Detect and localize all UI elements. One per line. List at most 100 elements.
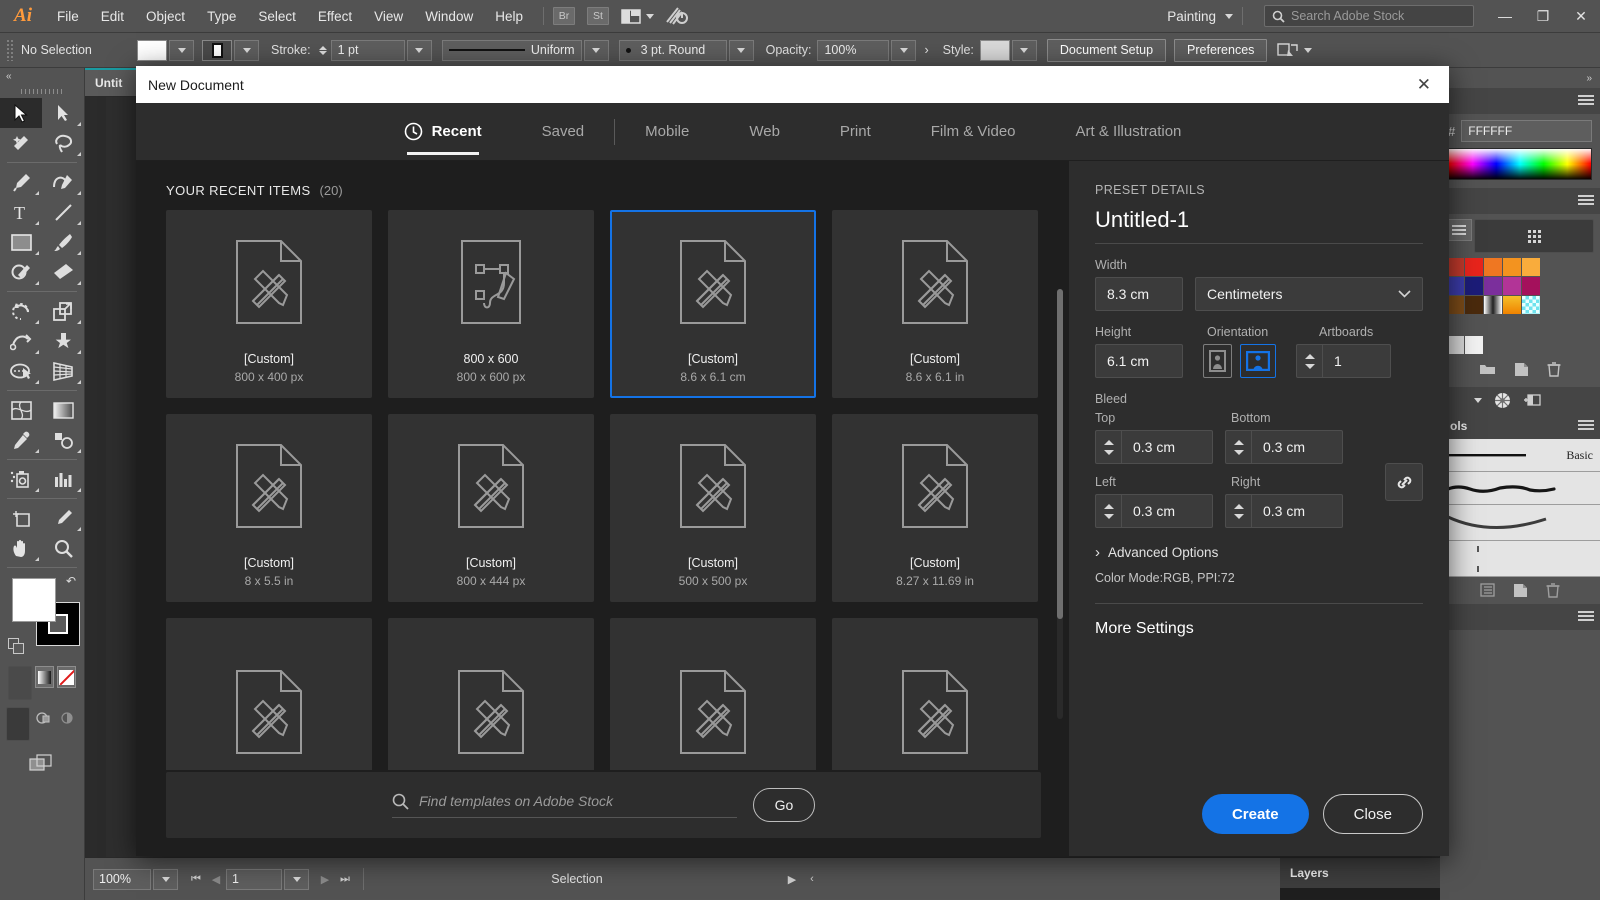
draw-inside-mode[interactable] (56, 707, 78, 728)
collapse-tools-icon[interactable]: « (0, 68, 84, 85)
opacity-field[interactable]: 100% (817, 40, 889, 61)
brush-item[interactable] (1440, 541, 1600, 577)
swatch[interactable] (1484, 258, 1502, 276)
symbol-sprayer-tool[interactable] (0, 464, 42, 494)
panel-menu-icon[interactable] (1578, 611, 1594, 623)
minimize-button[interactable]: — (1486, 0, 1524, 33)
tab-film-and-video[interactable]: Film & Video (901, 103, 1046, 161)
fill-color-swatch[interactable] (137, 40, 167, 61)
bleed-left-stepper[interactable]: 0.3 cm (1095, 494, 1213, 528)
tab-web[interactable]: Web (719, 103, 810, 161)
paintbrush-tool[interactable] (42, 227, 84, 257)
scroll-left-icon[interactable]: ‹ (802, 869, 822, 890)
width-input[interactable]: 8.3 cm (1095, 277, 1183, 311)
color-guide-icon[interactable] (1494, 392, 1511, 409)
slice-tool[interactable] (42, 503, 84, 533)
stroke-weight-field[interactable]: 1 pt (331, 40, 405, 61)
new-brush-icon[interactable] (1513, 583, 1528, 598)
swatch[interactable] (1465, 296, 1483, 314)
panel-menu-icon[interactable] (1578, 420, 1594, 432)
recent-item-card[interactable] (832, 618, 1038, 770)
panel-menu-icon[interactable] (1578, 95, 1594, 107)
previous-artboard-icon[interactable]: ◀ (206, 869, 226, 890)
draw-behind-mode[interactable] (32, 707, 54, 728)
height-input[interactable]: 6.1 cm (1095, 344, 1183, 378)
brush-libraries-icon[interactable] (1480, 583, 1495, 598)
color-spectrum[interactable] (1448, 148, 1592, 180)
perspective-grid-tool[interactable] (42, 356, 84, 386)
zoom-dropdown[interactable] (153, 869, 178, 890)
search-input[interactable]: Search Adobe Stock (1264, 5, 1474, 27)
landscape-orientation-icon[interactable] (1240, 344, 1276, 378)
close-button[interactable]: Close (1323, 794, 1423, 834)
delete-brush-icon[interactable] (1546, 583, 1560, 598)
style-dropdown[interactable] (1012, 40, 1037, 61)
swatch[interactable] (1503, 258, 1521, 276)
recent-item-card-selected[interactable]: [Custom] 8.6 x 6.1 cm (610, 210, 816, 398)
type-tool[interactable]: T (0, 197, 42, 227)
magic-wand-tool[interactable] (0, 128, 42, 158)
align-artboard-icon[interactable] (1277, 42, 1312, 59)
direct-selection-tool[interactable] (42, 98, 84, 128)
rotate-tool[interactable] (0, 296, 42, 326)
workspace-switcher[interactable]: Painting (1158, 9, 1225, 24)
swatch[interactable] (1522, 258, 1540, 276)
overflow-arrow[interactable]: › (924, 43, 928, 57)
stock-button[interactable]: St (587, 7, 609, 25)
fill-dropdown[interactable] (169, 40, 194, 61)
chevron-down-icon[interactable] (1225, 14, 1233, 19)
color-fill-mode[interactable] (8, 666, 32, 700)
artboard-number-field[interactable]: 1 (226, 869, 282, 890)
expand-panels-icon[interactable]: » (1440, 68, 1600, 88)
swatch[interactable] (1465, 336, 1483, 354)
artboard-dropdown[interactable] (284, 869, 309, 890)
list-view-icon[interactable] (1446, 219, 1472, 241)
swatch[interactable] (1503, 277, 1521, 295)
tab-mobile[interactable]: Mobile (615, 103, 719, 161)
brush-item[interactable]: Basic (1440, 439, 1600, 472)
new-swatch-icon[interactable] (1514, 362, 1529, 377)
recent-item-card[interactable]: [Custom] 8.6 x 6.1 in (832, 210, 1038, 398)
grid-view-icon[interactable] (1474, 219, 1594, 253)
brush-dropdown[interactable] (729, 40, 754, 61)
swatch[interactable] (1522, 277, 1540, 295)
stroke-dropdown[interactable] (234, 40, 259, 61)
menu-select[interactable]: Select (247, 0, 307, 33)
stroke-profile-field[interactable]: Uniform (442, 40, 582, 61)
preset-name-input[interactable]: Untitled-1 (1095, 207, 1423, 235)
units-select[interactable]: Centimeters (1195, 277, 1423, 311)
gradient-tool[interactable] (42, 395, 84, 425)
brush-definition-field[interactable]: 3 pt. Round (619, 40, 727, 61)
stroke-weight-dropdown[interactable] (407, 40, 432, 61)
draw-normal-mode[interactable] (6, 707, 30, 741)
pen-tool[interactable] (0, 167, 42, 197)
create-button[interactable]: Create (1202, 794, 1309, 834)
change-screen-mode-icon[interactable] (0, 744, 84, 774)
tab-recent[interactable]: Recent (374, 103, 512, 161)
bridge-button[interactable]: Br (553, 7, 575, 25)
eraser-tool[interactable] (42, 257, 84, 287)
arrange-documents-icon[interactable] (621, 9, 654, 24)
artboards-stepper[interactable]: 1 (1296, 344, 1391, 378)
brushes-tab-label[interactable]: ols (1450, 419, 1467, 433)
zoom-tool[interactable] (42, 533, 84, 563)
rectangle-tool[interactable] (0, 227, 42, 257)
mesh-tool[interactable] (0, 395, 42, 425)
more-settings-button[interactable]: More Settings (1095, 620, 1423, 638)
zoom-level-field[interactable]: 100% (93, 869, 151, 890)
recent-item-card[interactable]: [Custom] 8.27 x 11.69 in (832, 414, 1038, 602)
gradient-fill-mode[interactable] (35, 666, 54, 688)
curvature-tool[interactable] (42, 167, 84, 197)
default-fill-stroke-icon[interactable] (8, 638, 19, 660)
tab-print[interactable]: Print (810, 103, 901, 161)
add-panel-icon[interactable] (1523, 393, 1541, 407)
new-color-group-icon[interactable] (1479, 362, 1496, 377)
status-play-icon[interactable]: ▶ (782, 869, 802, 890)
recent-items-scrollbar[interactable] (1057, 289, 1063, 719)
restore-button[interactable]: ❐ (1524, 0, 1562, 33)
sync-settings-icon[interactable] (664, 5, 688, 27)
close-button[interactable]: ✕ (1562, 0, 1600, 33)
templates-go-button[interactable]: Go (753, 788, 815, 822)
layers-tab[interactable]: Layers (1280, 858, 1440, 888)
panel-grip[interactable] (6, 39, 13, 61)
